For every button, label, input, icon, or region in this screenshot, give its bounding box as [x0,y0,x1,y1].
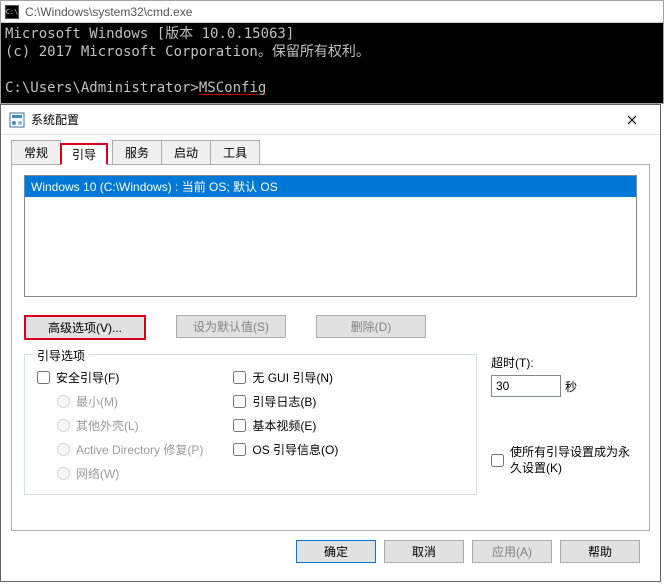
os-boot-info-label: OS 引导信息(O) [252,441,338,458]
safe-boot-checkbox[interactable]: 安全引导(F) [37,369,203,386]
boot-tab-panel: Windows 10 (C:\Windows) : 当前 OS; 默认 OS 高… [11,164,650,531]
cmd-prompt: C:\Users\Administrator> [5,80,199,96]
advanced-options-button[interactable]: 高级选项(V)... [24,315,146,340]
safe-boot-label: 安全引导(F) [56,369,119,386]
boot-options-col-left: 安全引导(F) 最小(M) 其他外壳(L) Active Directory 修… [37,369,203,482]
boot-entry[interactable]: Windows 10 (C:\Windows) : 当前 OS; 默认 OS [25,176,636,197]
timeout-input[interactable] [491,375,561,397]
os-boot-info-checkbox[interactable]: OS 引导信息(O) [233,441,338,458]
boot-options-legend: 引导选项 [33,347,89,364]
ad-repair-radio: Active Directory 修复(P) [57,441,203,458]
minimal-radio: 最小(M) [57,393,203,410]
ok-button[interactable]: 确定 [296,540,376,563]
boot-list[interactable]: Windows 10 (C:\Windows) : 当前 OS; 默认 OS [24,175,637,297]
cmd-window: C:\ C:\Windows\system32\cmd.exe Microsof… [0,0,664,104]
boot-log-input[interactable] [233,395,246,408]
alt-shell-label: 其他外壳(L) [76,417,139,434]
boot-log-checkbox[interactable]: 引导日志(B) [233,393,338,410]
apply-button[interactable]: 应用(A) [472,540,552,563]
ad-repair-label: Active Directory 修复(P) [76,441,203,458]
tab-bar: 常规 引导 服务 启动 工具 [11,141,650,165]
dialog-title: 系统配置 [31,111,612,128]
cmd-icon: C:\ [5,5,19,19]
timeout-label: 超时(T): [491,354,637,371]
cmd-body[interactable]: Microsoft Windows [版本 10.0.15063] (c) 20… [1,23,663,103]
timeout-column: 超时(T): 秒 使所有引导设置成为永久设置(K) [477,354,637,495]
delete-button[interactable]: 删除(D) [316,315,426,338]
tab-startup[interactable]: 启动 [161,140,211,165]
close-button[interactable] [612,106,652,134]
permanent-input[interactable] [491,454,504,467]
timeout-row: 秒 [491,375,637,397]
os-boot-info-input[interactable] [233,443,246,456]
dialog-footer: 确定 取消 应用(A) 帮助 [11,531,650,571]
permanent-checkbox[interactable]: 使所有引导设置成为永久设置(K) [491,445,637,476]
set-default-button[interactable]: 设为默认值(S) [176,315,286,338]
help-button[interactable]: 帮助 [560,540,640,563]
no-gui-label: 无 GUI 引导(N) [252,369,333,386]
ad-repair-input [57,443,70,456]
boot-options-row: 引导选项 安全引导(F) 最小(M) 其他外壳(L) Active Direct… [24,354,637,495]
base-video-checkbox[interactable]: 基本视频(E) [233,417,338,434]
cmd-title: C:\Windows\system32\cmd.exe [25,5,192,19]
boot-log-label: 引导日志(B) [252,393,316,410]
permanent-label: 使所有引导设置成为永久设置(K) [510,445,637,476]
cmd-titlebar: C:\ C:\Windows\system32\cmd.exe [1,1,663,23]
timeout-unit: 秒 [565,378,577,395]
alt-shell-input [57,419,70,432]
base-video-label: 基本视频(E) [252,417,316,434]
tab-general[interactable]: 常规 [11,140,61,165]
network-radio: 网络(W) [57,465,203,482]
cmd-line2: (c) 2017 Microsoft Corporation。保留所有权利。 [5,44,370,60]
dialog-content: 常规 引导 服务 启动 工具 Windows 10 (C:\Windows) :… [1,135,660,581]
close-icon [627,115,637,125]
network-input [57,467,70,480]
cancel-button[interactable]: 取消 [384,540,464,563]
boot-options-col-right: 无 GUI 引导(N) 引导日志(B) 基本视频(E) OS 引导信息(O) [233,369,338,482]
boot-options-fieldset: 引导选项 安全引导(F) 最小(M) 其他外壳(L) Active Direct… [24,354,477,495]
msconfig-icon [9,112,25,128]
minimal-input [57,395,70,408]
tab-tools[interactable]: 工具 [210,140,260,165]
system-config-dialog: 系统配置 常规 引导 服务 启动 工具 Windows 10 (C:\Windo… [0,104,661,582]
dialog-titlebar: 系统配置 [1,105,660,135]
cmd-command: MSConfig [199,80,266,96]
no-gui-input[interactable] [233,371,246,384]
safe-boot-input[interactable] [37,371,50,384]
base-video-input[interactable] [233,419,246,432]
boot-options-columns: 安全引导(F) 最小(M) 其他外壳(L) Active Directory 修… [37,369,464,482]
alt-shell-radio: 其他外壳(L) [57,417,203,434]
network-label: 网络(W) [76,465,119,482]
cmd-line1: Microsoft Windows [版本 10.0.15063] [5,26,294,42]
minimal-label: 最小(M) [76,393,118,410]
no-gui-checkbox[interactable]: 无 GUI 引导(N) [233,369,338,386]
tab-services[interactable]: 服务 [112,140,162,165]
boot-buttons-row: 高级选项(V)... 设为默认值(S) 删除(D) [24,315,637,340]
tab-boot[interactable]: 引导 [60,143,108,165]
